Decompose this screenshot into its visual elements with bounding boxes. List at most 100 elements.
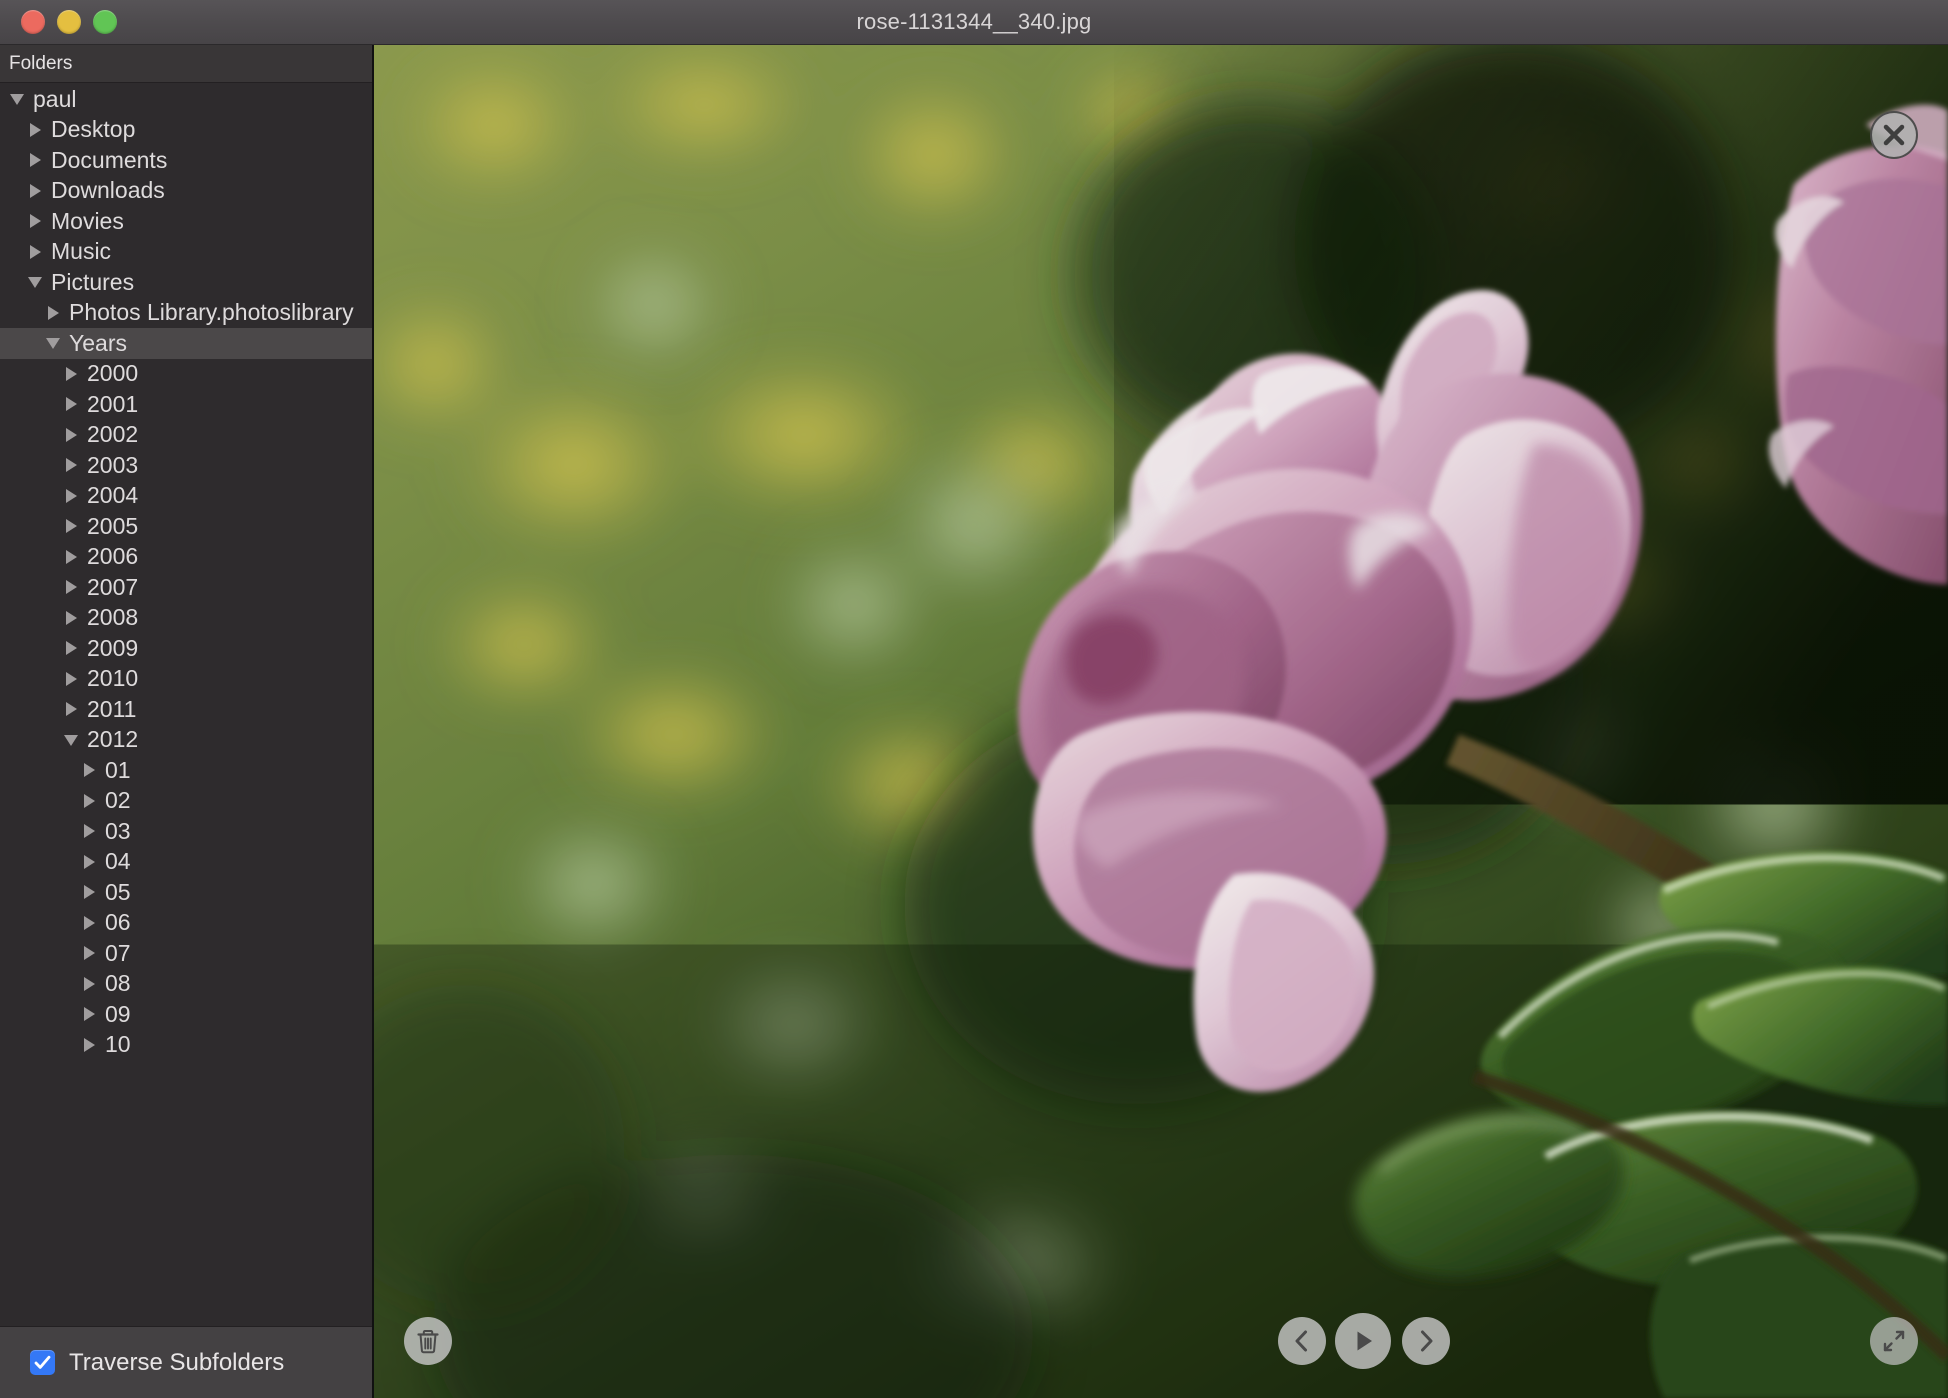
- tree-item-downloads[interactable]: Downloads: [0, 176, 372, 207]
- tree-item-04[interactable]: 04: [0, 847, 372, 878]
- tree-item-documents[interactable]: Documents: [0, 145, 372, 176]
- tree-item-label: 2003: [87, 451, 139, 478]
- tree-item-2011[interactable]: 2011: [0, 694, 372, 725]
- triangle-right-icon[interactable]: [29, 182, 46, 199]
- tree-item-2000[interactable]: 2000: [0, 359, 372, 390]
- triangle-right-icon[interactable]: [83, 1006, 100, 1023]
- play-icon: [1357, 1331, 1372, 1351]
- triangle-right-icon[interactable]: [83, 914, 100, 931]
- zoom-window-button[interactable]: [93, 10, 117, 34]
- image-viewer-pane[interactable]: [374, 45, 1948, 1398]
- triangle-right-icon[interactable]: [83, 975, 100, 992]
- tree-item-label: 2001: [87, 390, 139, 417]
- tree-item-label: Pictures: [51, 268, 135, 295]
- triangle-right-icon[interactable]: [29, 213, 46, 230]
- tree-item-2002[interactable]: 2002: [0, 420, 372, 451]
- triangle-right-icon[interactable]: [65, 487, 82, 504]
- triangle-right-icon[interactable]: [65, 609, 82, 626]
- triangle-right-icon[interactable]: [83, 853, 100, 870]
- tree-item-label: 2010: [87, 665, 139, 692]
- triangle-right-icon[interactable]: [65, 548, 82, 565]
- tree-item-2006[interactable]: 2006: [0, 542, 372, 573]
- previous-image-button[interactable]: [1278, 1317, 1326, 1365]
- triangle-right-icon[interactable]: [65, 670, 82, 687]
- tree-item-2005[interactable]: 2005: [0, 511, 372, 542]
- triangle-right-icon[interactable]: [83, 945, 100, 962]
- play-slideshow-button[interactable]: [1335, 1313, 1391, 1369]
- triangle-right-icon[interactable]: [65, 396, 82, 413]
- triangle-right-icon[interactable]: [47, 304, 64, 321]
- tree-item-label: 2002: [87, 421, 139, 448]
- tree-item-2008[interactable]: 2008: [0, 603, 372, 634]
- tree-item-label: 2000: [87, 360, 139, 387]
- tree-item-pictures[interactable]: Pictures: [0, 267, 372, 298]
- tree-item-movies[interactable]: Movies: [0, 206, 372, 237]
- tree-item-label: 06: [105, 909, 131, 936]
- tree-item-2010[interactable]: 2010: [0, 664, 372, 695]
- triangle-right-icon[interactable]: [83, 884, 100, 901]
- tree-item-label: Music: [51, 238, 112, 265]
- tree-item-label: 2011: [87, 695, 137, 722]
- tree-item-03[interactable]: 03: [0, 816, 372, 847]
- triangle-right-icon[interactable]: [65, 426, 82, 443]
- next-image-button[interactable]: [1402, 1317, 1450, 1365]
- delete-image-button[interactable]: [404, 1317, 452, 1365]
- triangle-right-icon[interactable]: [65, 457, 82, 474]
- triangle-right-icon[interactable]: [65, 640, 82, 657]
- tree-item-label: 2009: [87, 634, 139, 661]
- triangle-right-icon[interactable]: [29, 152, 46, 169]
- tree-item-2004[interactable]: 2004: [0, 481, 372, 512]
- close-window-button[interactable]: [21, 10, 45, 34]
- folder-tree[interactable]: paul Desktop Documents Downloads Movies Music…: [0, 83, 372, 1326]
- triangle-right-icon[interactable]: [29, 243, 46, 260]
- tree-item-paul[interactable]: paul: [0, 84, 372, 115]
- tree-item-music[interactable]: Music: [0, 237, 372, 268]
- tree-item-05[interactable]: 05: [0, 877, 372, 908]
- tree-item-desktop[interactable]: Desktop: [0, 115, 372, 146]
- folders-header: Folders: [0, 45, 372, 83]
- tree-item-08[interactable]: 08: [0, 969, 372, 1000]
- tree-item-2001[interactable]: 2001: [0, 389, 372, 420]
- triangle-right-icon[interactable]: [83, 762, 100, 779]
- fullscreen-button[interactable]: [1870, 1317, 1918, 1365]
- traffic-light-group: [21, 10, 117, 34]
- rose-photograph: [374, 45, 1948, 1398]
- tree-item-label: 2012: [87, 726, 139, 753]
- tree-item-label: 2006: [87, 543, 139, 570]
- tree-item-label: Years: [69, 329, 127, 356]
- triangle-down-icon[interactable]: [11, 91, 28, 108]
- tree-item-2012[interactable]: 2012: [0, 725, 372, 756]
- tree-item-06[interactable]: 06: [0, 908, 372, 939]
- window-body: Folders paul Desktop Documents Downloads Mov…: [0, 45, 1948, 1398]
- tree-item-07[interactable]: 07: [0, 938, 372, 969]
- image-viewer-window: rose-1131344__340.jpg Folders paul Deskto…: [0, 0, 1948, 1398]
- tree-item-label: 2005: [87, 512, 139, 539]
- triangle-right-icon[interactable]: [83, 1036, 100, 1053]
- checkmark-icon: [34, 1355, 51, 1369]
- tree-item-09[interactable]: 09: [0, 999, 372, 1030]
- triangle-right-icon[interactable]: [65, 365, 82, 382]
- tree-item-label: 03: [105, 817, 131, 844]
- tree-item-years[interactable]: Years: [0, 328, 372, 359]
- tree-item-2003[interactable]: 2003: [0, 450, 372, 481]
- tree-item-2009[interactable]: 2009: [0, 633, 372, 664]
- close-image-button[interactable]: [1870, 111, 1918, 159]
- tree-item-label: 2007: [87, 573, 139, 600]
- minimize-window-button[interactable]: [57, 10, 81, 34]
- triangle-right-icon[interactable]: [65, 701, 82, 718]
- triangle-right-icon[interactable]: [29, 121, 46, 138]
- triangle-right-icon[interactable]: [83, 823, 100, 840]
- tree-item-01[interactable]: 01: [0, 755, 372, 786]
- triangle-down-icon[interactable]: [47, 335, 64, 352]
- triangle-right-icon[interactable]: [83, 792, 100, 809]
- triangle-right-icon[interactable]: [65, 518, 82, 535]
- tree-item-02[interactable]: 02: [0, 786, 372, 817]
- tree-item-2007[interactable]: 2007: [0, 572, 372, 603]
- traverse-subfolders-checkbox[interactable]: [30, 1350, 55, 1375]
- triangle-right-icon[interactable]: [65, 579, 82, 596]
- title-bar: rose-1131344__340.jpg: [0, 0, 1948, 45]
- triangle-down-icon[interactable]: [29, 274, 46, 291]
- tree-item-10[interactable]: 10: [0, 1030, 372, 1061]
- tree-item-photos-library-photoslibrary[interactable]: Photos Library.photoslibrary: [0, 298, 372, 329]
- triangle-down-icon[interactable]: [65, 731, 82, 748]
